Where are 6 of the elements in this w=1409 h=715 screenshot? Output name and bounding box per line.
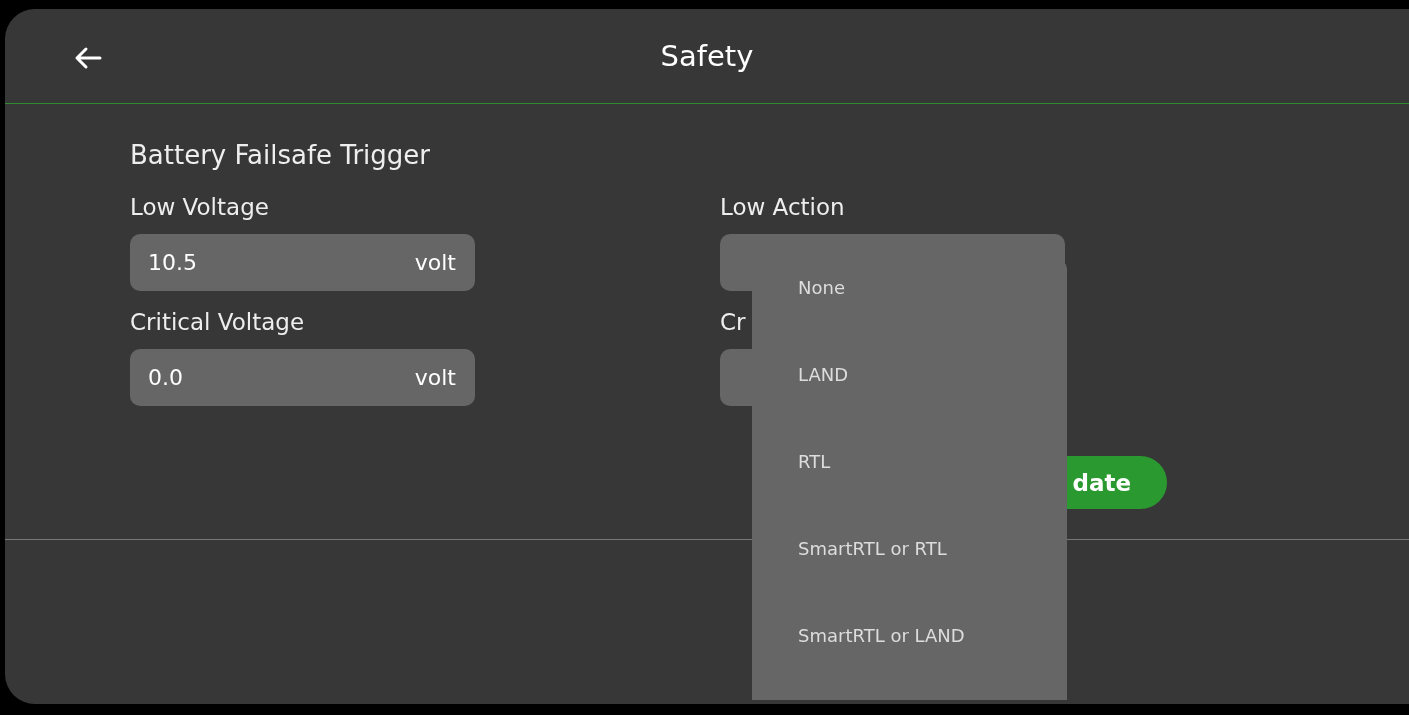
field-label: Cr (720, 309, 747, 335)
section-title: Battery Failsafe Trigger (130, 140, 431, 170)
page-title: Safety (660, 39, 754, 73)
field-label: Low Action (720, 194, 846, 220)
field-label: Low Voltage (130, 194, 270, 220)
field-label: Critical Voltage (130, 309, 306, 335)
